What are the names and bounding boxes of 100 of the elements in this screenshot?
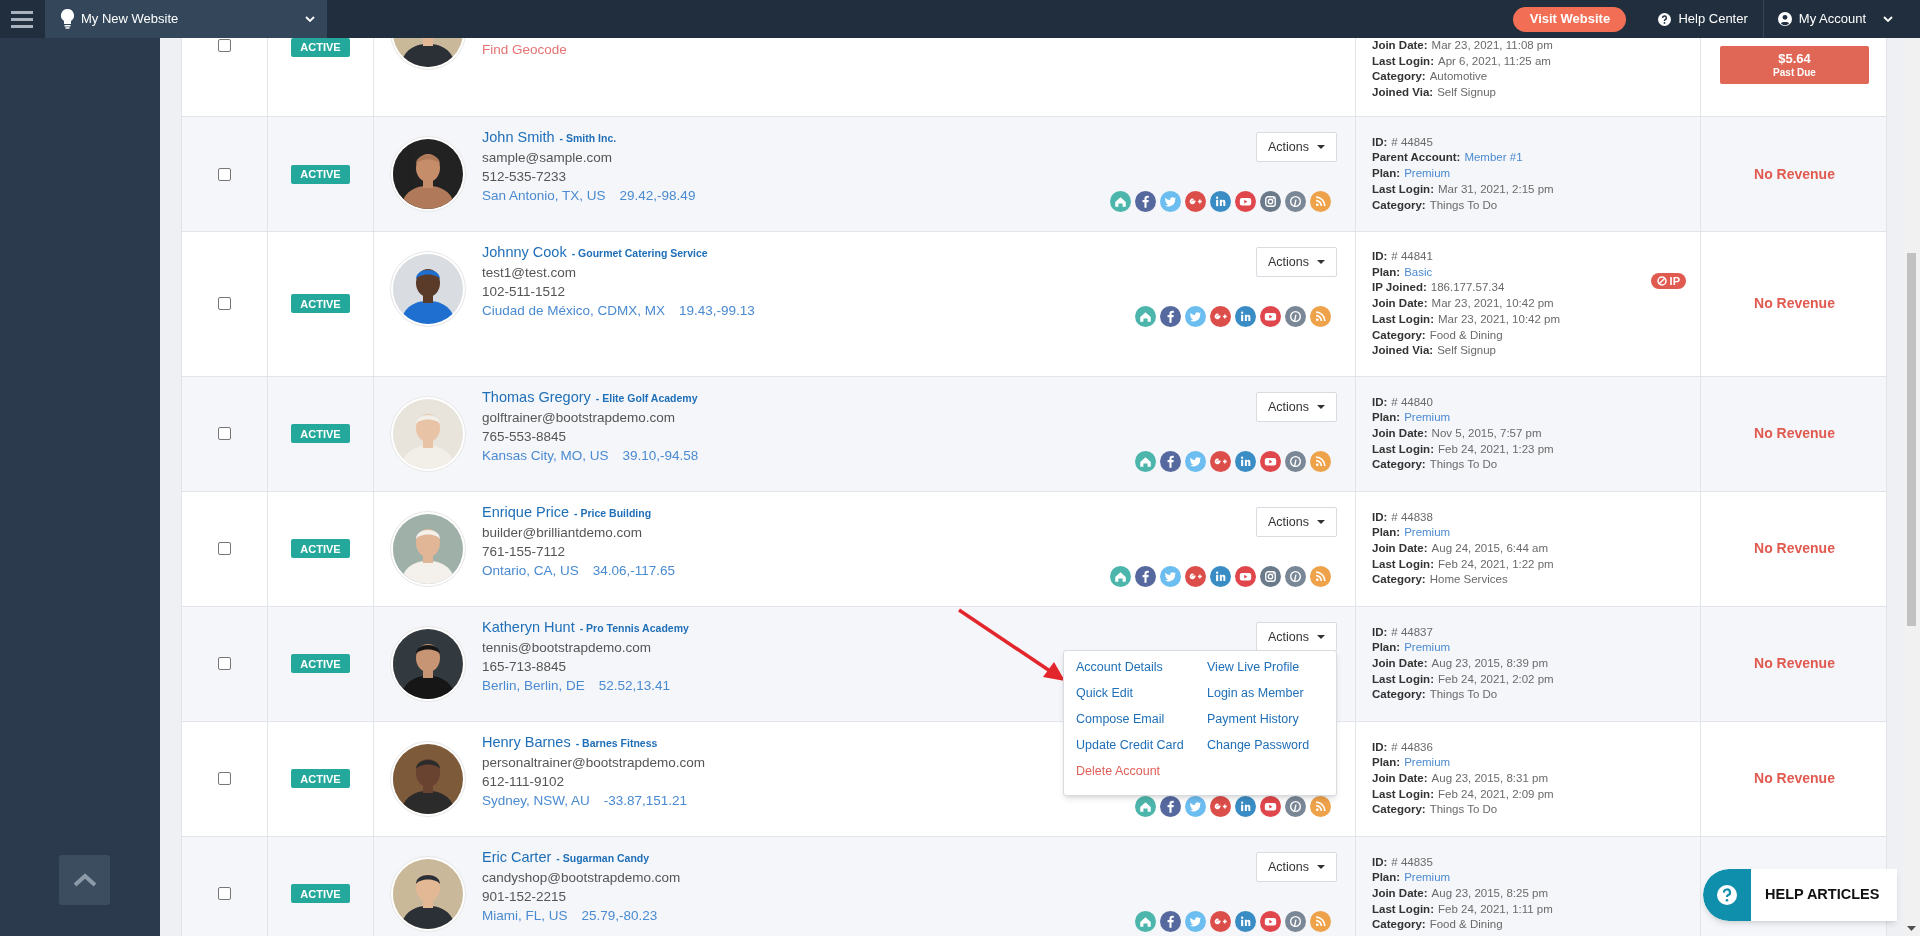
member-name[interactable]: Enrique Price — [482, 502, 570, 522]
help-articles-button[interactable]: HELP ARTICLES — [1703, 869, 1897, 921]
youtube-icon[interactable] — [1260, 795, 1281, 817]
rss-icon[interactable] — [1310, 910, 1331, 932]
member-location[interactable]: Sydney, NSW, AU — [482, 790, 590, 810]
info-link[interactable]: Premium — [1404, 410, 1451, 427]
menu-item[interactable]: Update Credit Card — [1076, 731, 1207, 758]
member-location[interactable]: Kansas City, MO, US — [482, 445, 609, 465]
info-link[interactable]: Premium — [1404, 755, 1451, 772]
instagram-icon[interactable] — [1260, 191, 1281, 212]
info-link[interactable]: Member #1 — [1464, 150, 1523, 167]
home-icon[interactable] — [1135, 306, 1156, 327]
info-link[interactable]: Premium — [1404, 640, 1451, 657]
youtube-icon[interactable] — [1260, 910, 1281, 932]
linkedin-icon[interactable] — [1235, 795, 1256, 817]
home-icon[interactable] — [1135, 910, 1156, 932]
member-name[interactable]: Katheryn Hunt — [482, 617, 575, 637]
facebook-icon[interactable] — [1160, 306, 1181, 327]
member-name[interactable]: Thomas Gregory — [482, 387, 591, 407]
row-checkbox[interactable] — [218, 167, 231, 181]
rss-icon[interactable] — [1310, 450, 1331, 472]
facebook-icon[interactable] — [1135, 191, 1156, 212]
member-location[interactable]: Ontario, CA, US — [482, 560, 579, 580]
pinterest-icon[interactable] — [1285, 910, 1306, 932]
menu-item[interactable]: Compose Email — [1076, 705, 1207, 732]
my-account-link[interactable]: My Account — [1798, 9, 1866, 29]
linkedin-icon[interactable] — [1235, 450, 1256, 472]
menu-icon[interactable] — [11, 10, 33, 28]
find-geocode-link[interactable]: Find Geocode — [482, 38, 567, 59]
youtube-icon[interactable] — [1235, 191, 1256, 212]
actions-button[interactable]: Actions — [1256, 391, 1337, 422]
actions-button[interactable]: Actions — [1256, 621, 1337, 652]
menu-item[interactable]: Quick Edit — [1076, 679, 1207, 706]
menu-item[interactable]: Delete Account — [1076, 757, 1207, 784]
home-icon[interactable] — [1135, 450, 1156, 472]
member-name[interactable]: John Smith — [482, 128, 555, 147]
linkedin-icon[interactable] — [1210, 565, 1231, 587]
member-name[interactable]: Henry Barnes — [482, 732, 571, 752]
member-location[interactable]: Ciudad de México, CDMX, MX — [482, 301, 666, 320]
row-checkbox[interactable] — [218, 772, 231, 786]
actions-button[interactable]: Actions — [1256, 851, 1337, 882]
menu-item[interactable]: Payment History — [1207, 705, 1336, 732]
linkedin-icon[interactable] — [1235, 306, 1256, 327]
linkedin-icon[interactable] — [1235, 910, 1256, 932]
menu-item[interactable]: View Live Profile — [1207, 653, 1336, 680]
info-link[interactable]: Premium — [1404, 525, 1451, 542]
row-checkbox[interactable] — [218, 542, 231, 556]
row-checkbox[interactable] — [218, 427, 231, 441]
google-plus-icon[interactable] — [1210, 450, 1231, 472]
menu-item[interactable]: Login as Member — [1207, 679, 1336, 706]
pinterest-icon[interactable] — [1285, 450, 1306, 472]
pinterest-icon[interactable] — [1285, 191, 1306, 212]
site-selector[interactable]: My New Website — [45, 0, 327, 38]
google-plus-icon[interactable] — [1210, 910, 1231, 932]
facebook-icon[interactable] — [1160, 795, 1181, 817]
member-name[interactable]: Eric Carter — [482, 847, 552, 867]
actions-button[interactable]: Actions — [1256, 132, 1337, 162]
row-checkbox[interactable] — [218, 657, 231, 671]
rss-icon[interactable] — [1310, 191, 1331, 212]
facebook-icon[interactable] — [1160, 450, 1181, 472]
youtube-icon[interactable] — [1260, 306, 1281, 327]
row-checkbox[interactable] — [218, 39, 231, 52]
linkedin-icon[interactable] — [1210, 191, 1231, 212]
home-icon[interactable] — [1110, 191, 1131, 212]
info-link[interactable]: Premium — [1404, 870, 1451, 887]
menu-item[interactable]: Account Details — [1076, 653, 1207, 680]
rss-icon[interactable] — [1310, 306, 1331, 327]
scroll-down-icon[interactable] — [1907, 926, 1916, 931]
actions-button[interactable]: Actions — [1256, 247, 1337, 277]
rss-icon[interactable] — [1310, 795, 1331, 817]
instagram-icon[interactable] — [1260, 565, 1281, 587]
pinterest-icon[interactable] — [1285, 565, 1306, 587]
member-name[interactable]: Johnny Cook — [482, 243, 567, 262]
menu-item[interactable]: Change Password — [1207, 731, 1336, 758]
youtube-icon[interactable] — [1260, 450, 1281, 472]
row-checkbox[interactable] — [218, 297, 231, 311]
member-location[interactable]: Berlin, Berlin, DE — [482, 675, 585, 695]
google-plus-icon[interactable] — [1210, 795, 1231, 817]
member-location[interactable]: Miami, FL, US — [482, 905, 568, 925]
rss-icon[interactable] — [1310, 565, 1331, 587]
facebook-icon[interactable] — [1135, 565, 1156, 587]
google-plus-icon[interactable] — [1185, 191, 1206, 212]
help-center-link[interactable]: Help Center — [1678, 9, 1748, 29]
scroll-to-top-button[interactable] — [59, 855, 110, 905]
pinterest-icon[interactable] — [1285, 795, 1306, 817]
info-link[interactable]: Premium — [1404, 166, 1451, 182]
row-checkbox[interactable] — [218, 887, 231, 901]
google-plus-icon[interactable] — [1210, 306, 1231, 327]
facebook-icon[interactable] — [1160, 910, 1181, 932]
home-icon[interactable] — [1135, 795, 1156, 817]
past-due-button[interactable]: $5.64 Past Due — [1720, 45, 1869, 84]
home-icon[interactable] — [1110, 565, 1131, 587]
member-location[interactable]: San Antonio, TX, US — [482, 186, 606, 205]
google-plus-icon[interactable] — [1185, 565, 1206, 587]
info-link[interactable]: Basic — [1404, 264, 1433, 281]
pinterest-icon[interactable] — [1285, 306, 1306, 327]
scrollbar-thumb[interactable] — [1907, 253, 1916, 626]
visit-website-button[interactable]: Visit Website — [1513, 6, 1627, 32]
actions-button[interactable]: Actions — [1256, 506, 1337, 537]
youtube-icon[interactable] — [1235, 565, 1256, 587]
